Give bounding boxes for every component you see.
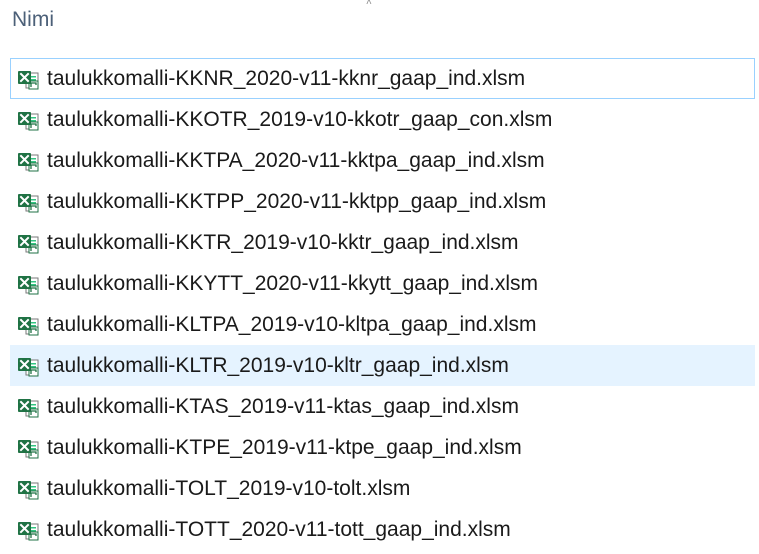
file-name: taulukkomalli-KLTR_2019-v10-kltr_gaap_in… bbox=[47, 353, 509, 377]
file-list-item[interactable]: taulukkomalli-KKTPP_2020-v11-kktpp_gaap_… bbox=[10, 181, 755, 222]
excel-macro-file-icon bbox=[17, 314, 39, 336]
file-list-item[interactable]: taulukkomalli-TOLT_2019-v10-tolt.xlsm bbox=[10, 468, 755, 509]
file-explorer-pane: Nimi ˄ taulukkomalli-KKNR_2020-v11-kknr_… bbox=[0, 0, 759, 554]
excel-macro-file-icon bbox=[17, 68, 39, 90]
file-list: taulukkomalli-KKNR_2020-v11-kknr_gaap_in… bbox=[0, 58, 759, 550]
excel-macro-file-icon bbox=[17, 109, 39, 131]
column-header-label: Nimi bbox=[12, 8, 54, 31]
excel-macro-file-icon bbox=[17, 437, 39, 459]
file-name: taulukkomalli-KTPE_2019-v11-ktpe_gaap_in… bbox=[47, 435, 522, 459]
excel-macro-file-icon bbox=[17, 519, 39, 541]
excel-macro-file-icon bbox=[17, 150, 39, 172]
file-list-item[interactable]: taulukkomalli-KKYTT_2020-v11-kkytt_gaap_… bbox=[10, 263, 755, 304]
file-list-item[interactable]: taulukkomalli-KKTPA_2020-v11-kktpa_gaap_… bbox=[10, 140, 755, 181]
file-list-item[interactable]: taulukkomalli-TOTT_2020-v11-tott_gaap_in… bbox=[10, 509, 755, 550]
file-name: taulukkomalli-KTAS_2019-v11-ktas_gaap_in… bbox=[47, 394, 519, 418]
file-list-item[interactable]: taulukkomalli-KKTR_2019-v10-kktr_gaap_in… bbox=[10, 222, 755, 263]
excel-macro-file-icon bbox=[17, 355, 39, 377]
column-header-name[interactable]: Nimi ˄ bbox=[0, 0, 759, 40]
file-name: taulukkomalli-KKTPA_2020-v11-kktpa_gaap_… bbox=[47, 148, 545, 172]
file-name: taulukkomalli-KKOTR_2019-v10-kkotr_gaap_… bbox=[47, 107, 553, 131]
excel-macro-file-icon bbox=[17, 232, 39, 254]
sort-up-icon: ˄ bbox=[366, 0, 372, 8]
file-list-item[interactable]: taulukkomalli-KLTPA_2019-v10-kltpa_gaap_… bbox=[10, 304, 755, 345]
file-name: taulukkomalli-TOTT_2020-v11-tott_gaap_in… bbox=[47, 517, 511, 541]
file-name: taulukkomalli-KKYTT_2020-v11-kkytt_gaap_… bbox=[47, 271, 538, 295]
file-name: taulukkomalli-KKTPP_2020-v11-kktpp_gaap_… bbox=[47, 189, 547, 213]
excel-macro-file-icon bbox=[17, 396, 39, 418]
file-name: taulukkomalli-KKNR_2020-v11-kknr_gaap_in… bbox=[47, 66, 526, 90]
file-name: taulukkomalli-KKTR_2019-v10-kktr_gaap_in… bbox=[47, 230, 519, 254]
file-list-item[interactable]: taulukkomalli-KTAS_2019-v11-ktas_gaap_in… bbox=[10, 386, 755, 427]
excel-macro-file-icon bbox=[17, 273, 39, 295]
excel-macro-file-icon bbox=[17, 191, 39, 213]
file-list-item[interactable]: taulukkomalli-KKOTR_2019-v10-kkotr_gaap_… bbox=[10, 99, 755, 140]
file-name: taulukkomalli-TOLT_2019-v10-tolt.xlsm bbox=[47, 476, 411, 500]
file-name: taulukkomalli-KLTPA_2019-v10-kltpa_gaap_… bbox=[47, 312, 537, 336]
file-list-item[interactable]: taulukkomalli-KKNR_2020-v11-kknr_gaap_in… bbox=[10, 58, 755, 99]
file-list-item[interactable]: taulukkomalli-KLTR_2019-v10-kltr_gaap_in… bbox=[10, 345, 755, 386]
excel-macro-file-icon bbox=[17, 478, 39, 500]
file-list-item[interactable]: taulukkomalli-KTPE_2019-v11-ktpe_gaap_in… bbox=[10, 427, 755, 468]
